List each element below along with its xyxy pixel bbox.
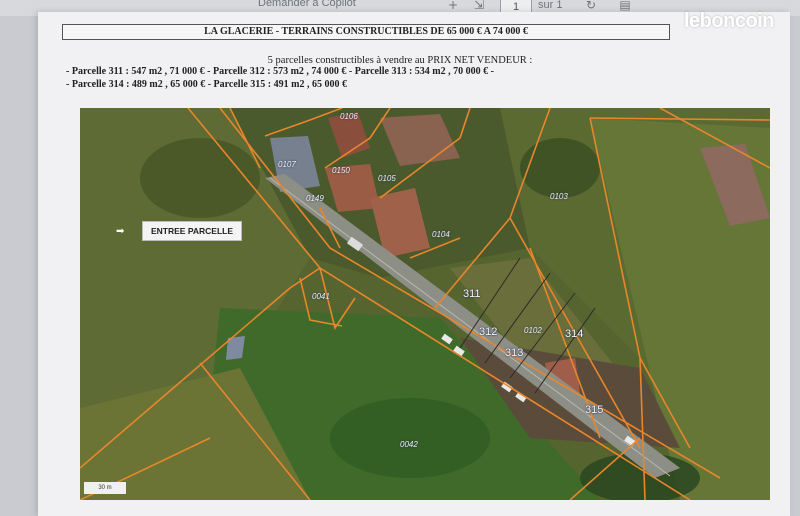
entree-parcelle-label: ENTREE PARCELLE: [142, 221, 242, 241]
rotate-icon[interactable]: ↻: [584, 0, 598, 12]
fit-page-icon[interactable]: ⇲: [472, 0, 486, 12]
cadastral-label: 0150: [332, 166, 350, 175]
plus-icon[interactable]: +: [446, 0, 460, 12]
copilot-button[interactable]: Demander à Copilot: [258, 0, 356, 9]
parcel-number: 315: [585, 404, 604, 416]
print-icon[interactable]: ▤: [618, 0, 632, 12]
parcel-number: 311: [463, 288, 481, 300]
cadastral-label: 0102: [524, 326, 542, 335]
cadastral-label: 0106: [340, 112, 358, 121]
parcel-price-line-2: - Parcelle 314 : 489 m2 , 65 000 € - Par…: [66, 79, 347, 90]
parcel-price-line-1: - Parcelle 311 : 547 m2 , 71 000 € - Par…: [66, 66, 494, 77]
cadastral-label: 0149: [306, 194, 324, 203]
page-total: sur 1: [538, 0, 563, 11]
parcel-number: 312: [479, 326, 498, 338]
cadastral-label: 0041: [312, 292, 330, 301]
scale-bar: 30 m: [84, 482, 126, 494]
map-drawing: [80, 108, 770, 500]
document-title: LA GLACERIE - TERRAINS CONSTRUCTIBLES DE…: [62, 24, 670, 40]
document-subtitle: 5 parcelles constructibles à vendre au P…: [267, 55, 533, 66]
parcel-number: 313: [505, 347, 524, 359]
leboncoin-logo: leboncoin: [684, 10, 774, 32]
cadastral-label: 0104: [432, 230, 450, 239]
parcel-number: 314: [565, 328, 584, 340]
cadastral-label: 0042: [400, 440, 418, 449]
arrow-right-icon: ➡: [116, 226, 125, 237]
aerial-cadastral-map: 0106 0107 0150 0105 0149 0104 0103 0041 …: [80, 108, 770, 500]
cadastral-label: 0107: [278, 160, 296, 169]
cadastral-label: 0103: [550, 192, 568, 201]
cadastral-label: 0105: [378, 174, 396, 183]
